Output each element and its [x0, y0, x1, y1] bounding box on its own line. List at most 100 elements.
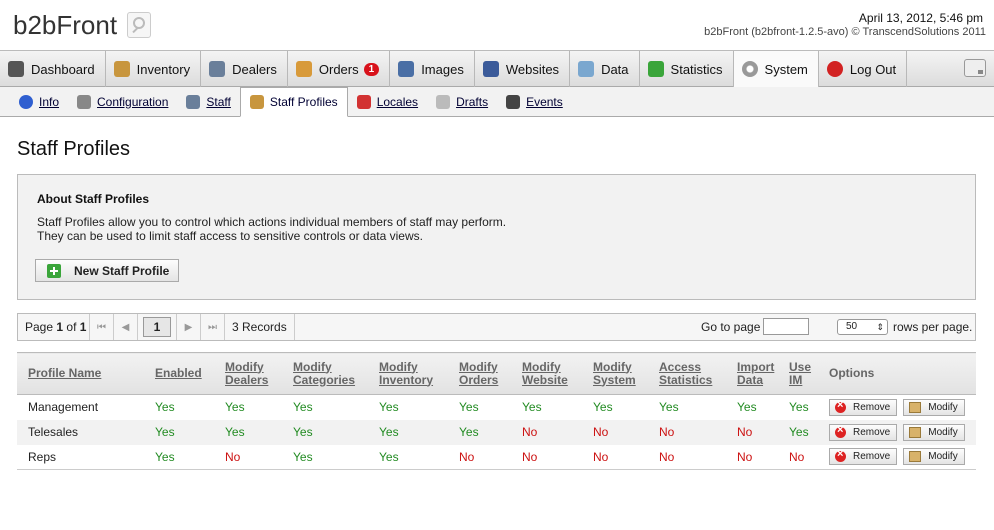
row-options: Remove Modify	[829, 419, 976, 445]
modify-button[interactable]: Modify	[903, 448, 965, 466]
column-header[interactable]: Modify Inventory	[379, 352, 459, 395]
permission-value: Yes	[737, 400, 757, 415]
column-header[interactable]: Profile Name	[17, 352, 155, 395]
column-header[interactable]: Access Statistics	[659, 352, 737, 395]
permission-value: No	[459, 444, 522, 470]
permission-value: Yes	[379, 444, 459, 470]
nav-tab-label: Inventory	[136, 61, 191, 77]
profile-name: Management	[28, 400, 99, 415]
column-header-line-2: Dealers	[225, 372, 269, 387]
subnav-tab-locales[interactable]: Locales	[348, 87, 427, 116]
permission-value: Yes	[293, 444, 379, 470]
new-staff-profile-button[interactable]: New Staff Profile	[35, 259, 179, 282]
column-header: Options	[829, 352, 976, 395]
page-number: 1	[56, 320, 64, 334]
new-staff-profile-label: New Staff Profile	[74, 263, 170, 278]
current-datetime: April 13, 2012, 5:46 pm	[858, 11, 983, 25]
app-logo[interactable]: b2bFront	[13, 10, 117, 41]
remove-icon	[835, 424, 846, 438]
orders-count-badge: 1	[363, 62, 380, 76]
search-icon[interactable]	[127, 12, 151, 38]
nav-tab-dealers[interactable]: Dealers	[201, 51, 288, 87]
column-header[interactable]: Modify Dealers	[225, 352, 293, 395]
permission-value: Yes	[379, 400, 399, 415]
permission-value: No	[789, 444, 829, 470]
permission-value: Yes	[155, 400, 175, 415]
permission-value: Yes	[155, 444, 225, 470]
permission-value: Yes	[522, 400, 542, 415]
subnav-tab-label: Staff Profiles	[269, 95, 338, 109]
column-header-line-1: Profile Name	[28, 366, 102, 380]
modify-button[interactable]: Modify	[903, 398, 965, 416]
staff-profiles-icon	[249, 95, 264, 109]
subnav-tab-events[interactable]: Events	[497, 87, 572, 116]
subnav-tab-staff-profiles[interactable]: Staff Profiles	[239, 87, 348, 117]
first-page-button[interactable]: ⏮	[90, 314, 114, 340]
column-header[interactable]: Modify Website	[522, 352, 593, 395]
page-title: Staff Profiles	[17, 138, 131, 160]
permission-value: Yes	[225, 400, 245, 415]
modify-label: Modify	[928, 401, 958, 413]
subnav-tab-staff[interactable]: Staff	[177, 87, 239, 116]
column-header-line-2: Data	[737, 372, 764, 387]
chart-icon	[647, 61, 664, 77]
info-icon	[19, 94, 33, 109]
main-navigation: Dashboard Inventory Dealers Orders 1 Images We…	[0, 50, 994, 87]
page-total: 1	[79, 320, 87, 334]
remove-button[interactable]: Remove	[829, 448, 898, 466]
subnav-tab-info[interactable]: Info	[10, 87, 68, 116]
table-row: TelesalesYesYesYesYesYesNoNoNoNoYesRemov…	[17, 419, 976, 445]
modify-label: Modify	[928, 451, 958, 463]
remove-button[interactable]: Remove	[829, 398, 898, 416]
edit-icon	[909, 426, 922, 438]
column-header[interactable]: Use IM	[789, 352, 829, 395]
nav-tab-label: Data	[601, 61, 629, 77]
column-header-line-1: Modify	[379, 359, 418, 374]
permission-value: No	[593, 419, 659, 445]
nav-tab-statistics[interactable]: Statistics	[640, 51, 734, 87]
row-options: Remove Modify	[829, 395, 976, 420]
nav-tab-label: System	[764, 61, 808, 77]
prev-page-button[interactable]: ◀	[114, 314, 138, 340]
permission-value: No	[522, 419, 593, 445]
nav-tab-inventory[interactable]: Inventory	[106, 51, 202, 87]
table-row: RepsYesNoYesYesNoNoNoNoNoNoRemoveModify	[17, 444, 976, 470]
rows-per-page-select[interactable]: 50	[837, 319, 888, 335]
modify-button[interactable]: Modify	[903, 423, 965, 441]
column-header[interactable]: Import Data	[737, 352, 789, 395]
nav-tab-dashboard[interactable]: Dashboard	[0, 51, 106, 87]
column-header[interactable]: Modify Categories	[293, 352, 379, 395]
column-header[interactable]: Modify System	[593, 352, 659, 395]
column-header[interactable]: Enabled	[155, 352, 225, 395]
current-page-button[interactable]: 1	[143, 317, 171, 337]
nav-tab-label: Websites	[505, 61, 560, 77]
nav-tab-label: Log Out	[849, 61, 897, 77]
column-header-line-2: Statistics	[659, 372, 713, 387]
next-page-button[interactable]: ▶	[177, 314, 201, 340]
rows-per-page-label: rows per page.	[893, 320, 973, 334]
nav-tab-label: Images	[421, 61, 464, 77]
subnav-tab-drafts[interactable]: Drafts	[427, 87, 497, 116]
staff-icon	[186, 94, 201, 109]
nav-tab-data[interactable]: Data	[570, 51, 640, 87]
last-page-button[interactable]: ⏭	[201, 314, 225, 340]
remove-label: Remove	[853, 426, 891, 438]
subnav-tab-label: Configuration	[97, 94, 169, 109]
permission-value: No	[659, 419, 737, 445]
nav-tab-images[interactable]: Images	[390, 51, 475, 87]
header: b2bFront April 13, 2012, 5:46 pm b2bFron…	[0, 0, 994, 50]
goto-page-input[interactable]	[763, 318, 809, 335]
about-panel: About Staff Profiles Staff Profiles allo…	[17, 174, 976, 300]
column-header[interactable]: Modify Orders	[459, 352, 522, 395]
nav-tab-log-out[interactable]: Log Out	[819, 51, 908, 87]
nav-tab-websites[interactable]: Websites	[475, 51, 571, 87]
subnav-tab-label: Drafts	[456, 94, 489, 109]
profile-name: Reps	[17, 444, 155, 470]
document-icon	[436, 94, 451, 109]
subnav-tab-configuration[interactable]: Configuration	[68, 87, 177, 116]
permission-value: Yes	[789, 400, 809, 415]
nav-tab-orders[interactable]: Orders 1	[288, 51, 391, 87]
remove-button[interactable]: Remove	[829, 423, 898, 441]
nav-tab-system[interactable]: System	[733, 51, 819, 87]
window-toggle-icon[interactable]	[964, 59, 986, 77]
